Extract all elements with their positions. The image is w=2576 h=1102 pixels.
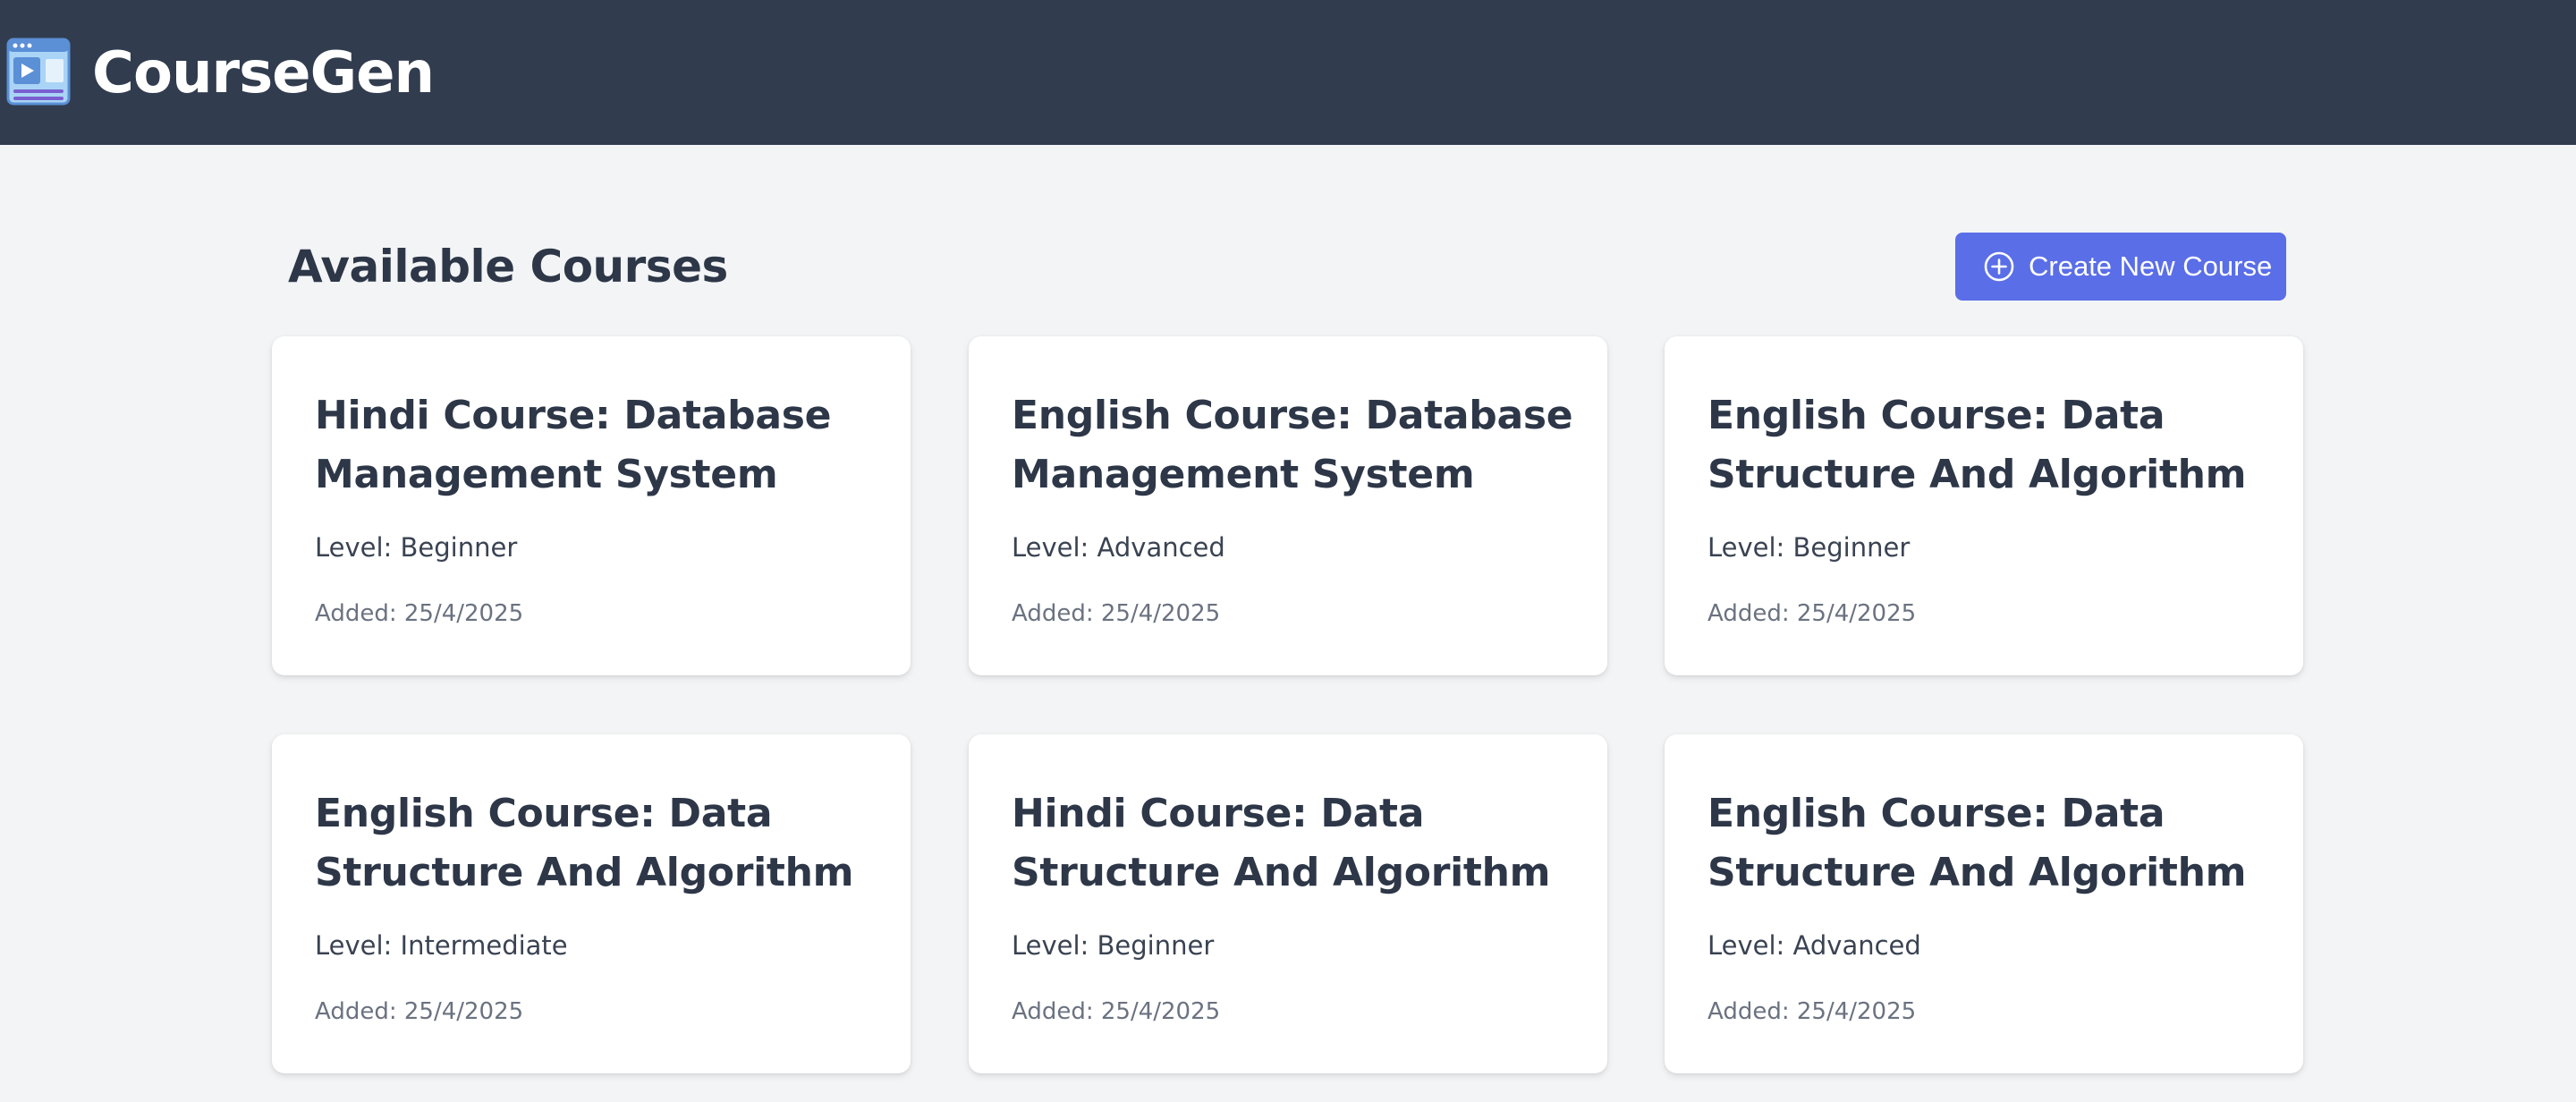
course-card[interactable]: Hindi Course: Database Management System… xyxy=(272,336,911,675)
page-title: Available Courses xyxy=(288,241,728,292)
create-new-course-button[interactable]: Create New Course xyxy=(1955,233,2286,301)
course-level: Level: Intermediate xyxy=(315,930,568,961)
course-added-date: Added: 25/4/2025 xyxy=(315,600,524,627)
course-title: English Course: Data Structure And Algor… xyxy=(315,791,854,895)
course-added-date: Added: 25/4/2025 xyxy=(1012,600,1221,627)
course-title: English Course: Database Management Syst… xyxy=(1012,393,1573,497)
course-level: Level: Advanced xyxy=(1707,930,1921,961)
course-level: Level: Beginner xyxy=(1707,532,1911,563)
course-card[interactable]: English Course: Data Structure And Algor… xyxy=(1665,336,2303,675)
course-card[interactable]: Hindi Course: Data Structure And Algorit… xyxy=(969,734,1607,1073)
course-added-date: Added: 25/4/2025 xyxy=(1707,998,1917,1025)
video-course-icon[interactable] xyxy=(6,38,71,106)
course-added-date: Added: 25/4/2025 xyxy=(1012,998,1221,1025)
course-title: English Course: Data Structure And Algor… xyxy=(1707,791,2247,895)
app-title[interactable]: CourseGen xyxy=(92,34,435,113)
course-card[interactable]: English Course: Database Management Syst… xyxy=(969,336,1607,675)
app-header: CourseGen xyxy=(0,0,2576,145)
course-level: Level: Advanced xyxy=(1012,532,1225,563)
course-title: Hindi Course: Data Structure And Algorit… xyxy=(1012,791,1551,895)
course-card[interactable]: English Course: Data Structure And Algor… xyxy=(272,734,911,1073)
course-level: Level: Beginner xyxy=(1012,930,1215,961)
create-new-course-label: Create New Course xyxy=(2029,250,2273,282)
course-title: English Course: Data Structure And Algor… xyxy=(1707,393,2247,497)
course-card[interactable]: English Course: Data Structure And Algor… xyxy=(1665,734,2303,1073)
course-added-date: Added: 25/4/2025 xyxy=(315,998,524,1025)
course-level: Level: Beginner xyxy=(315,532,518,563)
plus-circle-icon xyxy=(1984,251,2014,282)
course-added-date: Added: 25/4/2025 xyxy=(1707,600,1917,627)
course-title: Hindi Course: Database Management System xyxy=(315,393,832,497)
